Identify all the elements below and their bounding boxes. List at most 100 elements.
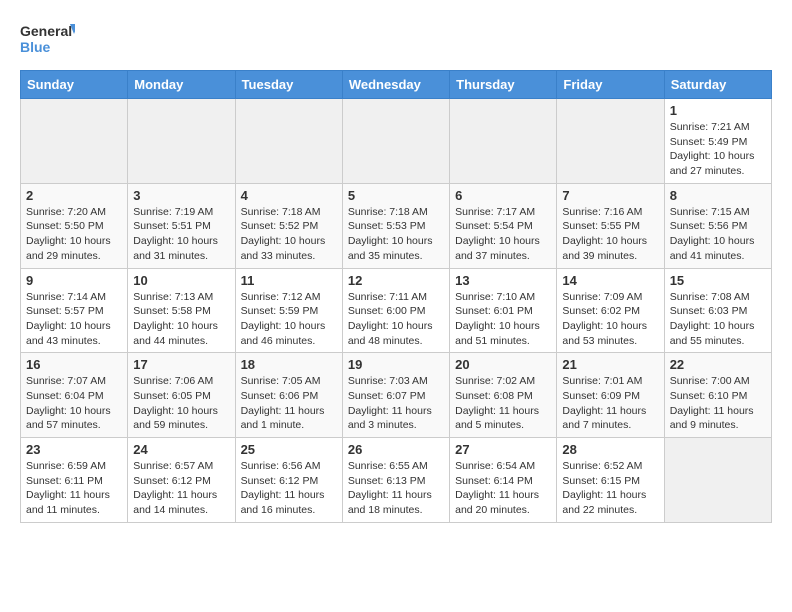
day-number: 19: [348, 357, 444, 372]
day-info: Sunrise: 7:08 AM Sunset: 6:03 PM Dayligh…: [670, 290, 766, 349]
calendar-cell: [342, 99, 449, 184]
calendar-cell: 25 Sunrise: 6:56 AM Sunset: 6:12 PM Dayli…: [235, 438, 342, 523]
calendar-cell: [664, 438, 771, 523]
day-header-thursday: Thursday: [450, 71, 557, 99]
calendar-cell: [450, 99, 557, 184]
calendar-cell: [128, 99, 235, 184]
calendar-cell: 19 Sunrise: 7:03 AM Sunset: 6:07 PM Dayli…: [342, 353, 449, 438]
day-number: 24: [133, 442, 229, 457]
day-header-saturday: Saturday: [664, 71, 771, 99]
day-number: 4: [241, 188, 337, 203]
calendar-cell: 6Sunrise: 7:17 AM Sunset: 5:54 PM Daylig…: [450, 183, 557, 268]
calendar-cell: 21 Sunrise: 7:01 AM Sunset: 6:09 PM Dayli…: [557, 353, 664, 438]
day-info: Sunrise: 6:54 AM Sunset: 6:14 PM Dayligh…: [455, 459, 551, 518]
page-header: General Blue: [20, 20, 772, 60]
day-info: Sunrise: 7:09 AM Sunset: 6:02 PM Dayligh…: [562, 290, 658, 349]
day-info: Sunrise: 6:52 AM Sunset: 6:15 PM Dayligh…: [562, 459, 658, 518]
day-number: 9: [26, 273, 122, 288]
day-info: Sunrise: 6:57 AM Sunset: 6:12 PM Dayligh…: [133, 459, 229, 518]
calendar-cell: 13 Sunrise: 7:10 AM Sunset: 6:01 PM Dayli…: [450, 268, 557, 353]
calendar-cell: 11Sunrise: 7:12 AM Sunset: 5:59 PM Dayli…: [235, 268, 342, 353]
day-number: 11: [241, 273, 337, 288]
calendar-cell: 8Sunrise: 7:15 AM Sunset: 5:56 PM Daylig…: [664, 183, 771, 268]
day-number: 2: [26, 188, 122, 203]
day-info: Sunrise: 7:03 AM Sunset: 6:07 PM Dayligh…: [348, 374, 444, 433]
day-info: Sunrise: 7:00 AM Sunset: 6:10 PM Dayligh…: [670, 374, 766, 433]
day-info: Sunrise: 7:01 AM Sunset: 6:09 PM Dayligh…: [562, 374, 658, 433]
calendar-cell: 17 Sunrise: 7:06 AM Sunset: 6:05 PM Dayli…: [128, 353, 235, 438]
calendar: SundayMondayTuesdayWednesdayThursdayFrid…: [20, 70, 772, 523]
day-number: 8: [670, 188, 766, 203]
calendar-cell: 10 Sunrise: 7:13 AM Sunset: 5:58 PM Dayli…: [128, 268, 235, 353]
week-row-5: 23 Sunrise: 6:59 AM Sunset: 6:11 PM Dayli…: [21, 438, 772, 523]
day-number: 17: [133, 357, 229, 372]
calendar-cell: 5 Sunrise: 7:18 AM Sunset: 5:53 PM Daylig…: [342, 183, 449, 268]
calendar-cell: [557, 99, 664, 184]
day-number: 1: [670, 103, 766, 118]
day-info: Sunrise: 6:59 AM Sunset: 6:11 PM Dayligh…: [26, 459, 122, 518]
day-number: 27: [455, 442, 551, 457]
day-info: Sunrise: 7:14 AM Sunset: 5:57 PM Dayligh…: [26, 290, 122, 349]
day-info: Sunrise: 7:13 AM Sunset: 5:58 PM Dayligh…: [133, 290, 229, 349]
calendar-cell: 12 Sunrise: 7:11 AM Sunset: 6:00 PM Dayli…: [342, 268, 449, 353]
day-number: 25: [241, 442, 337, 457]
calendar-cell: 4 Sunrise: 7:18 AM Sunset: 5:52 PM Daylig…: [235, 183, 342, 268]
calendar-cell: 20 Sunrise: 7:02 AM Sunset: 6:08 PM Dayli…: [450, 353, 557, 438]
day-number: 20: [455, 357, 551, 372]
calendar-cell: 22 Sunrise: 7:00 AM Sunset: 6:10 PM Dayli…: [664, 353, 771, 438]
day-header-tuesday: Tuesday: [235, 71, 342, 99]
day-info: Sunrise: 7:06 AM Sunset: 6:05 PM Dayligh…: [133, 374, 229, 433]
logo: General Blue: [20, 20, 75, 60]
day-info: Sunrise: 6:56 AM Sunset: 6:12 PM Dayligh…: [241, 459, 337, 518]
calendar-cell: 27 Sunrise: 6:54 AM Sunset: 6:14 PM Dayli…: [450, 438, 557, 523]
calendar-cell: 2 Sunrise: 7:20 AM Sunset: 5:50 PM Daylig…: [21, 183, 128, 268]
calendar-header-row: SundayMondayTuesdayWednesdayThursdayFrid…: [21, 71, 772, 99]
day-number: 15: [670, 273, 766, 288]
day-info: Sunrise: 7:18 AM Sunset: 5:53 PM Dayligh…: [348, 205, 444, 264]
calendar-cell: 9 Sunrise: 7:14 AM Sunset: 5:57 PM Daylig…: [21, 268, 128, 353]
svg-text:Blue: Blue: [20, 39, 51, 55]
day-info: Sunrise: 7:21 AM Sunset: 5:49 PM Dayligh…: [670, 120, 766, 179]
calendar-cell: 26Sunrise: 6:55 AM Sunset: 6:13 PM Dayli…: [342, 438, 449, 523]
day-number: 5: [348, 188, 444, 203]
day-number: 12: [348, 273, 444, 288]
day-info: Sunrise: 7:02 AM Sunset: 6:08 PM Dayligh…: [455, 374, 551, 433]
day-number: 6: [455, 188, 551, 203]
week-row-2: 2 Sunrise: 7:20 AM Sunset: 5:50 PM Daylig…: [21, 183, 772, 268]
day-info: Sunrise: 7:18 AM Sunset: 5:52 PM Dayligh…: [241, 205, 337, 264]
calendar-cell: [235, 99, 342, 184]
calendar-cell: 23 Sunrise: 6:59 AM Sunset: 6:11 PM Dayli…: [21, 438, 128, 523]
day-number: 22: [670, 357, 766, 372]
day-info: Sunrise: 6:55 AM Sunset: 6:13 PM Dayligh…: [348, 459, 444, 518]
calendar-cell: 1 Sunrise: 7:21 AM Sunset: 5:49 PM Daylig…: [664, 99, 771, 184]
day-number: 28: [562, 442, 658, 457]
calendar-cell: 28 Sunrise: 6:52 AM Sunset: 6:15 PM Dayli…: [557, 438, 664, 523]
day-header-monday: Monday: [128, 71, 235, 99]
logo-icon: General Blue: [20, 20, 75, 60]
calendar-cell: 16 Sunrise: 7:07 AM Sunset: 6:04 PM Dayli…: [21, 353, 128, 438]
day-info: Sunrise: 7:05 AM Sunset: 6:06 PM Dayligh…: [241, 374, 337, 433]
day-info: Sunrise: 7:11 AM Sunset: 6:00 PM Dayligh…: [348, 290, 444, 349]
day-number: 3: [133, 188, 229, 203]
day-number: 13: [455, 273, 551, 288]
day-info: Sunrise: 7:10 AM Sunset: 6:01 PM Dayligh…: [455, 290, 551, 349]
day-number: 10: [133, 273, 229, 288]
day-header-wednesday: Wednesday: [342, 71, 449, 99]
week-row-4: 16 Sunrise: 7:07 AM Sunset: 6:04 PM Dayli…: [21, 353, 772, 438]
day-number: 14: [562, 273, 658, 288]
day-info: Sunrise: 7:19 AM Sunset: 5:51 PM Dayligh…: [133, 205, 229, 264]
day-number: 16: [26, 357, 122, 372]
calendar-cell: [21, 99, 128, 184]
svg-text:General: General: [20, 23, 72, 39]
day-number: 21: [562, 357, 658, 372]
calendar-cell: 15 Sunrise: 7:08 AM Sunset: 6:03 PM Dayli…: [664, 268, 771, 353]
calendar-cell: 14 Sunrise: 7:09 AM Sunset: 6:02 PM Dayli…: [557, 268, 664, 353]
day-number: 23: [26, 442, 122, 457]
calendar-cell: 24 Sunrise: 6:57 AM Sunset: 6:12 PM Dayli…: [128, 438, 235, 523]
calendar-cell: 7Sunrise: 7:16 AM Sunset: 5:55 PM Daylig…: [557, 183, 664, 268]
day-header-friday: Friday: [557, 71, 664, 99]
day-info: Sunrise: 7:20 AM Sunset: 5:50 PM Dayligh…: [26, 205, 122, 264]
calendar-cell: 18Sunrise: 7:05 AM Sunset: 6:06 PM Dayli…: [235, 353, 342, 438]
calendar-cell: 3 Sunrise: 7:19 AM Sunset: 5:51 PM Daylig…: [128, 183, 235, 268]
day-info: Sunrise: 7:07 AM Sunset: 6:04 PM Dayligh…: [26, 374, 122, 433]
